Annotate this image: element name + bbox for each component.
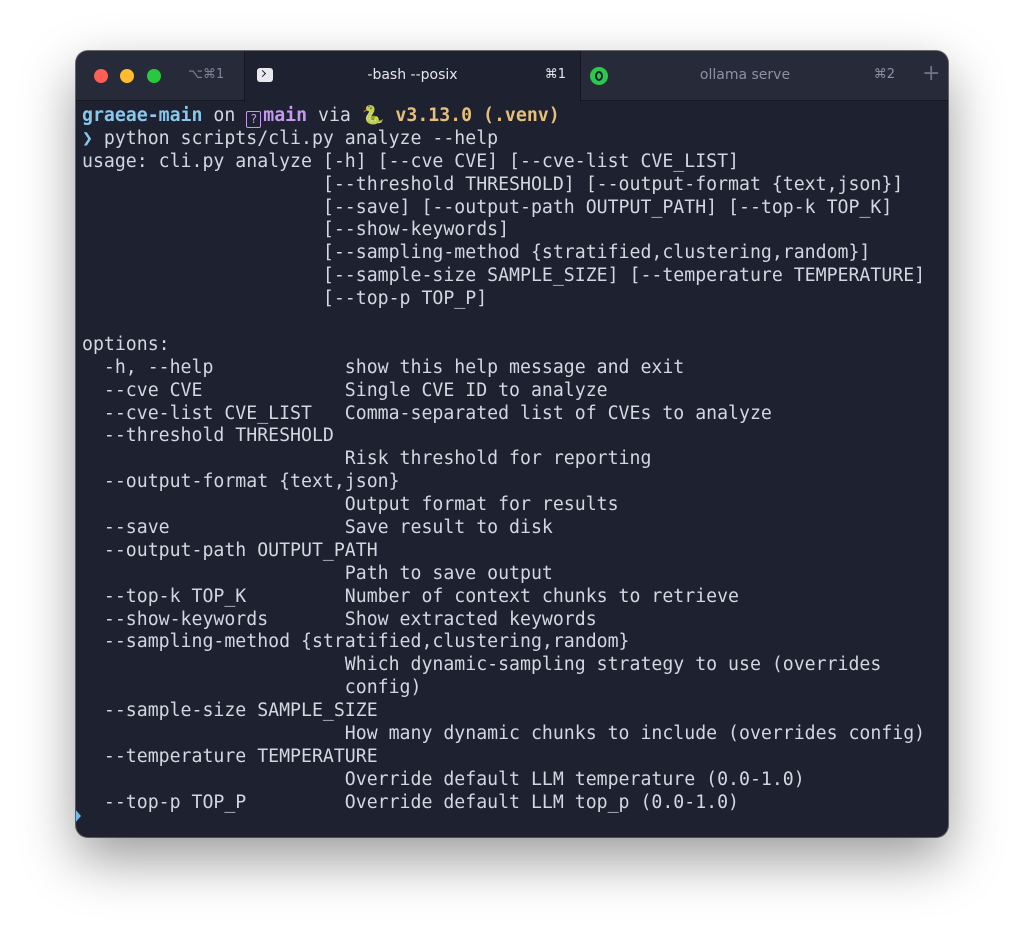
output-line: --save Save result to disk: [82, 517, 553, 539]
output-line: --show-keywords Show extracted keywords: [82, 608, 597, 630]
output-line: --top-k TOP_K Number of context chunks t…: [82, 585, 739, 607]
tab-ollama[interactable]: ollama serve ⌘2: [581, 51, 909, 101]
tab-title: ollama serve: [699, 67, 791, 83]
tab-title: -bash --posix: [367, 67, 458, 83]
output-line: --top-p TOP_P Override default LLM top_p…: [82, 791, 739, 813]
output-line: --temperature TEMPERATURE: [82, 745, 378, 767]
tab-shortcut: ⌘1: [544, 67, 566, 82]
close-window-button[interactable]: [94, 69, 108, 83]
window-shortcut: ⌥⌘1: [188, 67, 225, 82]
output-line: Output format for results: [82, 494, 619, 516]
maximize-window-button[interactable]: [147, 69, 161, 83]
prompt-via: via: [307, 105, 362, 126]
output-line: Path to save output: [82, 562, 553, 584]
output-line: [--show-keywords]: [82, 219, 510, 241]
prompt-line: graeae-main on ? main via 🐍 v3.13.0 (.ven…: [82, 105, 942, 128]
tab-bash[interactable]: -bash --posix ⌘1: [244, 51, 581, 102]
help-output: usage: cli.py analyze [-h] [--cve CVE] […: [82, 151, 942, 815]
output-line: --sampling-method {stratified,clustering…: [82, 631, 630, 653]
title-bar: ⌥⌘1 -bash --posix ⌘1 ollama serve ⌘2 +: [76, 51, 948, 102]
command-text: python scripts/cli.py analyze --help: [92, 127, 499, 149]
output-line: options:: [82, 333, 170, 355]
git-branch-icon: ?: [246, 111, 262, 128]
output-line: Risk threshold for reporting: [82, 448, 652, 470]
prompt-directory: graeae-main: [82, 105, 203, 126]
output-line: --sample-size SAMPLE_SIZE: [82, 700, 378, 722]
new-tab-button[interactable]: +: [922, 62, 940, 86]
terminal-output[interactable]: graeae-main on ? main via 🐍 v3.13.0 (.ven…: [82, 105, 942, 833]
output-line: [--save] [--output-path OUTPUT_PATH] [--…: [82, 196, 893, 218]
output-line: usage: cli.py analyze [-h] [--cve CVE] […: [82, 150, 739, 172]
output-line: [--top-p TOP_P]: [82, 288, 488, 310]
command-line: ❯ python scripts/cli.py analyze --help: [82, 128, 942, 151]
output-line: How many dynamic chunks to include (over…: [82, 723, 926, 745]
output-line: [--sampling-method {stratified,clusterin…: [82, 242, 871, 264]
output-line: Override default LLM temperature (0.0-1.…: [82, 768, 805, 790]
output-line: --output-format {text,json}: [82, 471, 400, 493]
output-line: --output-path OUTPUT_PATH: [82, 539, 378, 561]
terminal-window: ⌥⌘1 -bash --posix ⌘1 ollama serve ⌘2 + g…: [76, 51, 948, 837]
prompt-branch: main: [263, 105, 308, 126]
output-line: [--sample-size SAMPLE_SIZE] [--temperatu…: [82, 265, 926, 287]
output-line: -h, --help show this help message and ex…: [82, 356, 685, 378]
output-line: [--threshold THRESHOLD] [--output-format…: [82, 173, 904, 195]
output-line: --cve-list CVE_LIST Comma-separated list…: [82, 402, 772, 424]
prompt-cursor-icon: [76, 809, 81, 823]
python-icon: 🐍: [361, 105, 385, 126]
python-version: v3.13.0 (.venv): [384, 105, 560, 126]
tab-shortcut: ⌘2: [873, 67, 895, 82]
output-line: Which dynamic-sampling strategy to use (…: [82, 654, 882, 676]
prompt-on: on: [202, 105, 247, 126]
minimize-window-button[interactable]: [120, 69, 134, 83]
output-line: config): [82, 677, 422, 699]
output-line: --threshold THRESHOLD: [82, 425, 334, 447]
output-line: --cve CVE Single CVE ID to analyze: [82, 379, 608, 401]
prompt-arrow-icon: ❯: [82, 127, 93, 149]
